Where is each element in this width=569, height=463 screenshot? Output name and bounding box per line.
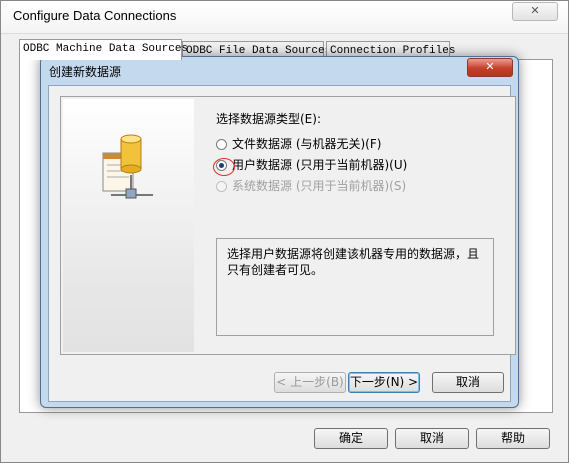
wizard-frame: 选择数据源类型(E): 文件数据源 (与机器无关)(F) 用户数据源 (只用于当… xyxy=(60,96,516,355)
option-label: 文件数据源 (与机器无关)(F) xyxy=(232,137,382,151)
user-data-source-option[interactable]: 用户数据源 (只用于当前机器)(U) xyxy=(216,156,407,173)
data-source-icon xyxy=(102,134,153,199)
next-button[interactable]: 下一步(N) > xyxy=(348,372,420,393)
window-title: Configure Data Connections xyxy=(13,8,177,23)
radio-disabled xyxy=(216,181,227,192)
ok-button[interactable]: 确定 xyxy=(314,428,388,449)
radio-unchecked[interactable] xyxy=(216,139,227,150)
close-icon: ✕ xyxy=(530,4,540,17)
dialog-close-button[interactable]: ✕ xyxy=(467,58,513,77)
data-source-type-prompt: 选择数据源类型(E): xyxy=(216,112,321,126)
dialog-cancel-button[interactable]: 取消 xyxy=(432,372,504,393)
dialog-title: 创建新数据源 xyxy=(49,65,122,79)
close-icon: ✕ xyxy=(485,60,495,73)
file-data-source-option[interactable]: 文件数据源 (与机器无关)(F) xyxy=(216,135,381,152)
highlight-circle xyxy=(213,158,235,176)
window-titlebar[interactable]: Configure Data Connections ✕ xyxy=(1,1,568,34)
dialog-body: 选择数据源类型(E): 文件数据源 (与机器无关)(F) 用户数据源 (只用于当… xyxy=(48,85,516,402)
option-description: 选择用户数据源将创建该机器专用的数据源，且只有创建者可见。 xyxy=(227,247,480,277)
option-label: 用户数据源 (只用于当前机器)(U) xyxy=(232,158,408,172)
option-description-box: 选择用户数据源将创建该机器专用的数据源，且只有创建者可见。 xyxy=(216,238,494,336)
back-button: < 上一步(B) xyxy=(274,372,346,393)
window-close-button[interactable]: ✕ xyxy=(512,2,558,21)
option-label: 系统数据源 (只用于当前机器)(S) xyxy=(232,179,407,193)
tab-odbc-machine-data-sources[interactable]: ODBC Machine Data Sources xyxy=(19,39,188,60)
cancel-button[interactable]: 取消 xyxy=(395,428,469,449)
wizard-art-panel xyxy=(63,99,194,352)
create-new-data-source-dialog: 创建新数据源 ✕ 选择数据源类型(E): 文件数据源 (与机器无关)(F) 用户… xyxy=(40,56,519,408)
help-button[interactable]: 帮助 xyxy=(476,428,550,449)
system-data-source-option: 系统数据源 (只用于当前机器)(S) xyxy=(216,177,406,194)
